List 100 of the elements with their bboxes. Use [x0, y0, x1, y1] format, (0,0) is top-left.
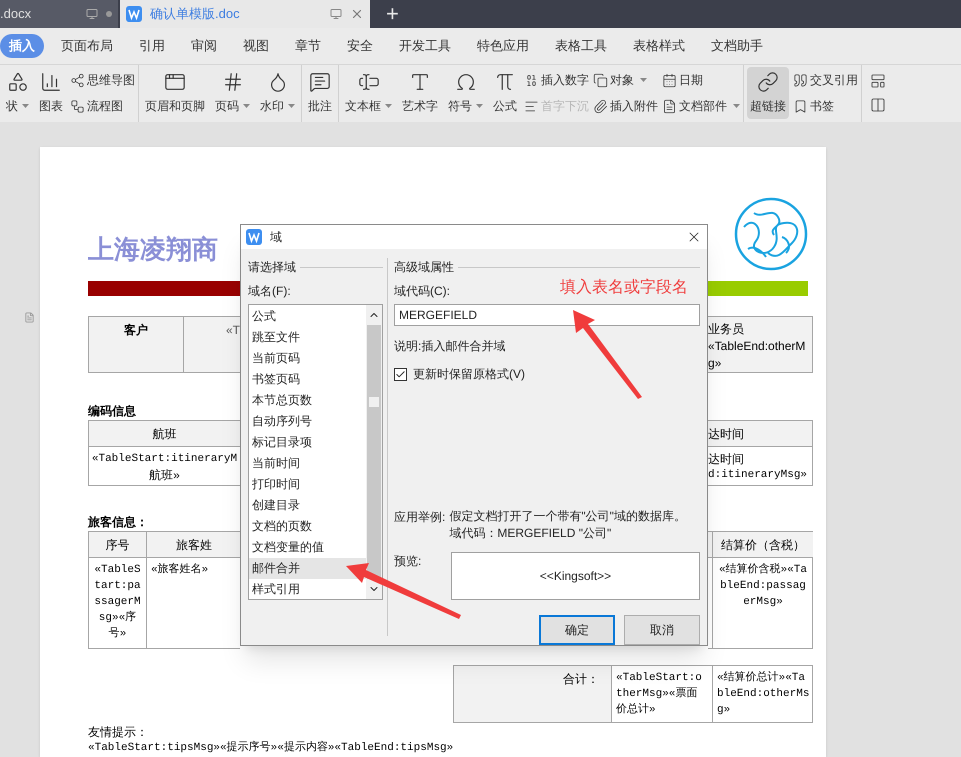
list-item[interactable]: 文档的页数 — [249, 516, 366, 537]
ribbon-button[interactable]: 书签 — [793, 97, 858, 116]
menu-tab[interactable]: 开发工具 — [390, 34, 460, 58]
menu-tab[interactable]: 审阅 — [182, 34, 226, 58]
example-text: 假定文档打开了一个带有"公司"域的数据库。 — [449, 508, 686, 525]
ribbon-button[interactable]: 文本框 — [342, 67, 395, 120]
app-logo-icon — [246, 229, 262, 245]
dialog-button[interactable]: 确定 — [539, 615, 615, 645]
menu-tab[interactable]: 章节 — [286, 34, 330, 58]
list-item[interactable]: 当前页码 — [249, 348, 366, 369]
caret-icon — [243, 104, 250, 108]
table-cell-text: «旅客姓名» — [151, 562, 210, 578]
menu-tab[interactable]: 表格工具 — [546, 34, 616, 58]
table-cell-text: «TableStart:itineraryM — [92, 452, 238, 467]
preview-label: 预览: — [394, 553, 422, 570]
monitor-icon[interactable] — [86, 8, 98, 20]
annotation-text: 填入表名或字段名 — [560, 278, 688, 298]
document-icon — [662, 98, 677, 114]
list-item[interactable]: 本节总页数 — [249, 390, 366, 411]
mind-map-icon — [70, 72, 85, 88]
field-list[interactable]: 公式 跳至文件 当前页码 书签页码 本节总页数 自动序列号 标记目录项 当前时间 打印时间 创建目录 文档的页数 文档变量的值 邮件合并 样式引用 — [248, 304, 383, 600]
caret-icon — [733, 104, 740, 108]
list-item[interactable]: 书签页码 — [249, 369, 366, 390]
list-item[interactable]: 公式 — [249, 306, 366, 327]
table-header: 旅客姓 — [176, 538, 212, 552]
menu-tab[interactable]: 特色应用 — [468, 34, 538, 58]
menu-tab[interactable]: 安全 — [338, 34, 382, 58]
group-label: 请选择域 — [248, 259, 296, 276]
menu-tab[interactable]: 视图 — [234, 34, 278, 58]
ribbon-button[interactable]: 公式 — [490, 67, 520, 120]
paragraph-marker-icon[interactable] — [24, 312, 35, 323]
list-item[interactable]: 创建目录 — [249, 495, 366, 516]
table-cell-text: 达时间 — [708, 451, 745, 467]
ribbon-button[interactable]: 艺术字 — [399, 67, 441, 120]
ribbon-button[interactable]: 页码 — [212, 67, 253, 120]
paperclip-icon — [593, 98, 608, 114]
ribbon-button[interactable]: 思维导图 — [70, 71, 135, 90]
section-heading: 旅客信息： — [88, 515, 148, 529]
section-heading: 编码信息 — [88, 404, 136, 418]
logo-icon — [734, 197, 808, 271]
field-label: 域代码(C): — [394, 283, 450, 300]
group-label: 高级域属性 — [394, 259, 454, 276]
list-item[interactable]: 跳至文件 — [249, 327, 366, 348]
list-item[interactable]: 文档变量的值 — [249, 537, 366, 558]
ribbon-button[interactable]: 插入附件 — [593, 97, 658, 116]
menu-tab[interactable]: 文档助手 — [702, 34, 772, 58]
company-title: 上海凌翔商 — [88, 233, 218, 266]
tips-field-code: «TableStart:tipsMsg»«提示序号»«提示内容»«TableEnd:tipsMsg» — [88, 742, 454, 754]
comment-icon — [309, 71, 331, 94]
menu-tab[interactable]: 引用 — [130, 34, 174, 58]
checkbox-label: 更新时保留原格式(V) — [413, 366, 525, 383]
ribbon-button[interactable]: 对象 — [593, 71, 658, 90]
form-icon[interactable] — [870, 73, 886, 90]
table-header: 序号 — [106, 538, 130, 552]
table-header: 达时间 — [708, 427, 744, 441]
list-item[interactable]: 邮件合并 — [249, 558, 366, 579]
list-item[interactable]: 样式引用 — [249, 579, 366, 600]
checkbox[interactable] — [394, 368, 407, 380]
table-cell-text: g» — [708, 355, 722, 372]
app-logo-icon — [126, 6, 142, 22]
ribbon-button[interactable]: 日期 — [662, 71, 740, 90]
calendar-icon — [662, 72, 677, 88]
table-cell-text: «TableStart:passagerMsg»«序号» — [93, 563, 142, 642]
scrollbar[interactable] — [366, 305, 382, 599]
ribbon-button[interactable]: 插入数字 — [524, 71, 589, 90]
ribbon-button[interactable]: 状 — [3, 67, 32, 120]
table-cell: 客户 — [124, 323, 148, 337]
ribbon-button[interactable]: 超链接 — [747, 67, 789, 120]
caret-icon — [288, 104, 295, 108]
table-cell: 航班» — [149, 467, 180, 483]
example-label: 应用举例: — [394, 509, 446, 526]
frame-icon[interactable] — [870, 97, 886, 114]
list-item[interactable]: 标记目录项 — [249, 432, 366, 453]
ribbon-button[interactable]: 交叉引用 — [793, 71, 858, 90]
example-text: 域代码：MERGEFIELD "公司" — [449, 525, 612, 542]
monitor-icon[interactable] — [330, 8, 342, 20]
dialog-button[interactable]: 取消 — [624, 615, 700, 645]
ribbon-button[interactable]: 图表 — [36, 67, 66, 120]
tips-heading: 友情提示： — [88, 725, 148, 739]
field-label: 域名(F): — [248, 283, 291, 300]
scroll-thumb[interactable] — [367, 325, 381, 579]
new-tab-button[interactable]: + — [386, 3, 399, 26]
ribbon-button[interactable]: 流程图 — [70, 97, 135, 116]
list-item[interactable]: 自动序列号 — [249, 411, 366, 432]
document-tab[interactable]: .docx — [0, 0, 118, 28]
table-cell: «结算价总计»«TableEnd:otherMsg» — [717, 670, 810, 718]
menu-tab[interactable]: 页面布局 — [52, 34, 122, 58]
ribbon-button[interactable]: 文档部件 — [662, 97, 740, 116]
list-item[interactable]: 当前时间 — [249, 453, 366, 474]
table-cell: 合计： — [563, 672, 599, 686]
list-item[interactable]: 打印时间 — [249, 474, 366, 495]
ribbon-button[interactable]: 符号 — [445, 67, 486, 120]
ribbon-button[interactable]: 页眉和页脚 — [142, 67, 208, 120]
quote-icon — [793, 72, 808, 88]
field-code-input[interactable]: MERGEFIELD — [394, 304, 700, 326]
ribbon-button[interactable]: 批注 — [305, 67, 335, 120]
ribbon-button[interactable]: 水印 — [257, 67, 298, 120]
table-cell-text: d:itineraryMsg» — [708, 468, 808, 483]
table-cell-text: «结算价含税»«TableEnd:passagerMsg» — [718, 562, 808, 610]
menu-tab[interactable]: 表格样式 — [624, 34, 694, 58]
